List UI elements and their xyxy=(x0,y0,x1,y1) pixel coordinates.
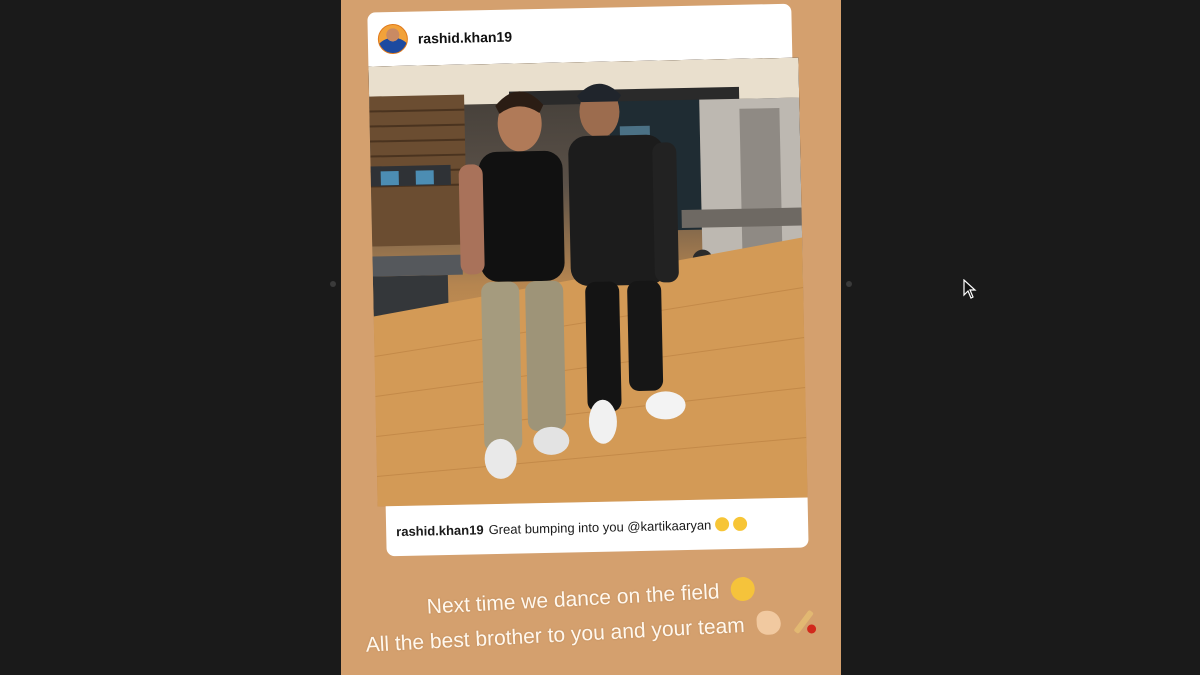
story-card[interactable]: rashid.khan19 rashid.khan19 Great bumpin… xyxy=(341,0,841,675)
profile-avatar[interactable] xyxy=(377,23,409,55)
gym-photo-image xyxy=(368,57,808,507)
shared-post[interactable]: rashid.khan19 rashid.khan19 Great bumpin… xyxy=(367,3,810,561)
post-caption: rashid.khan19 Great bumping into you @ka… xyxy=(385,497,809,557)
winking-face-tongue-icon xyxy=(730,576,756,602)
cricket-icon xyxy=(792,608,817,633)
post-header: rashid.khan19 xyxy=(367,3,793,67)
post-photo[interactable] xyxy=(368,57,808,507)
caption-username[interactable]: rashid.khan19 xyxy=(396,522,484,539)
previous-story-button[interactable] xyxy=(330,281,336,287)
mouse-pointer-icon xyxy=(963,279,977,299)
story-viewer: rashid.khan19 rashid.khan19 Great bumpin… xyxy=(0,0,1200,675)
hugging-face-icon xyxy=(733,516,748,532)
post-username[interactable]: rashid.khan19 xyxy=(418,29,512,47)
story-line-1-text: Next time we dance on the field xyxy=(426,580,721,619)
caption-text: Great bumping into you @kartikaaryan xyxy=(488,516,712,537)
story-line-2-text: All the best brother to you and your tea… xyxy=(365,613,746,657)
grinning-face-icon xyxy=(715,517,730,532)
flexed-biceps-icon xyxy=(755,610,782,636)
next-story-button[interactable] xyxy=(846,281,852,287)
